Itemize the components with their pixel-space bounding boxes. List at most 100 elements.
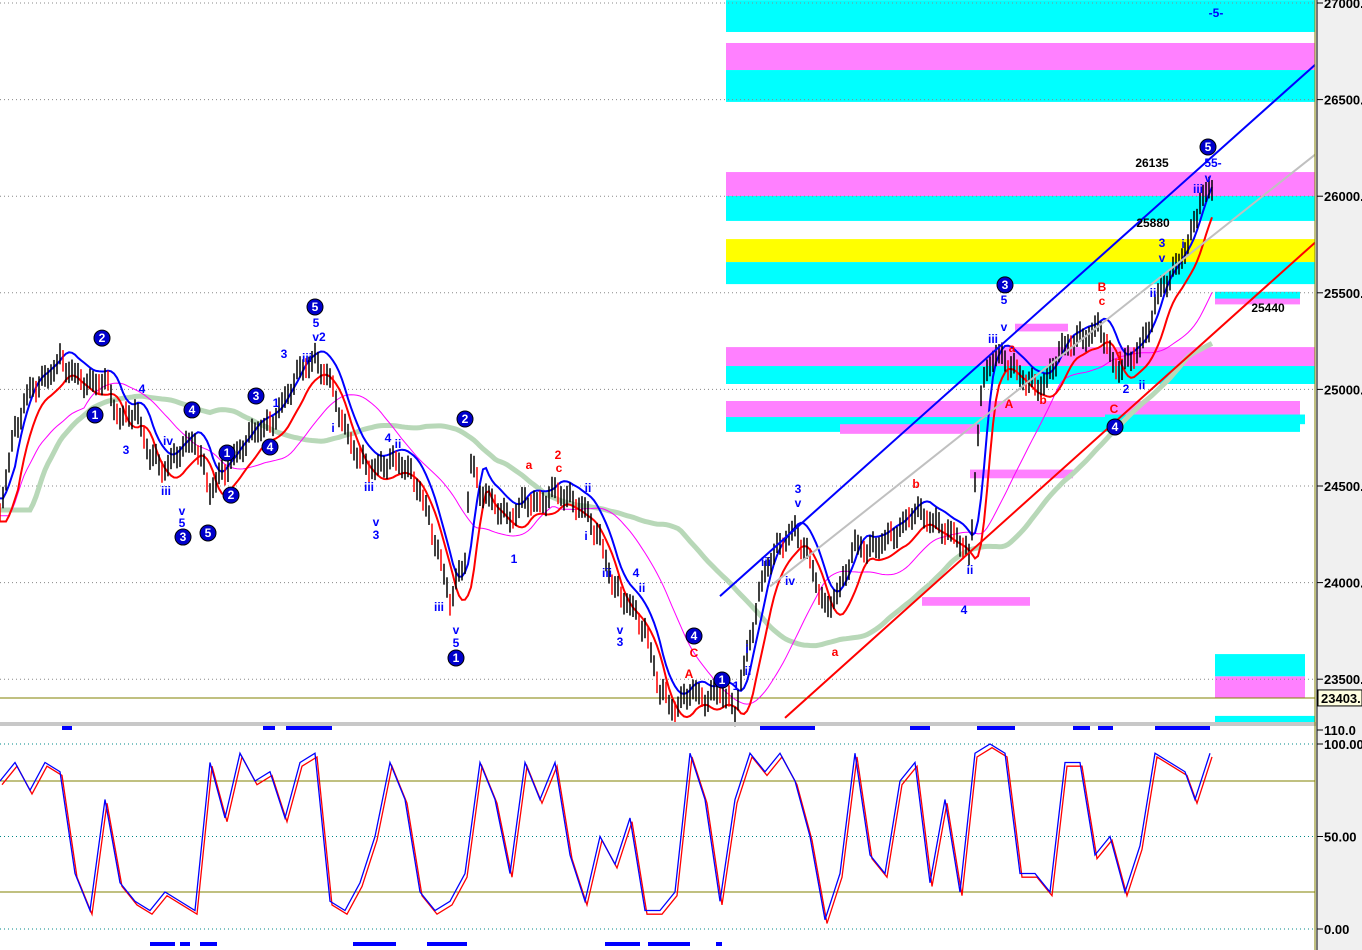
overbought-strip bbox=[286, 726, 332, 730]
wave-label: 25880 bbox=[1136, 216, 1170, 230]
price-tick-label: 23500. bbox=[1324, 672, 1362, 687]
wave-label: 3 bbox=[180, 530, 187, 544]
wave-label: 3 bbox=[123, 443, 130, 457]
zone-magenta bbox=[922, 597, 1030, 606]
oscillator-gridlines bbox=[0, 743, 1315, 930]
wave-label: iii bbox=[364, 480, 374, 494]
wave-label: v bbox=[373, 515, 380, 529]
overbought-strip bbox=[760, 726, 815, 730]
wave-label: 4 bbox=[633, 566, 640, 580]
osc-k-line-blue bbox=[0, 743, 1211, 920]
wave-label: 3 bbox=[1002, 278, 1009, 292]
wave-label: 3 bbox=[253, 389, 260, 403]
wave-label: 3 bbox=[281, 347, 288, 361]
wave-label: 5 bbox=[205, 526, 212, 540]
overbought-strip bbox=[1073, 726, 1090, 730]
wave-label: ii bbox=[395, 437, 402, 451]
wave-label: 4 bbox=[691, 629, 698, 643]
wave-label: 25440 bbox=[1251, 301, 1285, 315]
wave-label: A bbox=[685, 667, 694, 681]
wave-label: 26135 bbox=[1135, 156, 1169, 170]
axis-bg bbox=[1316, 0, 1362, 950]
zone-cyan bbox=[726, 196, 1315, 221]
wave-label: iv bbox=[785, 574, 795, 588]
wave-label: 5 bbox=[312, 300, 319, 314]
wave-label: iii bbox=[761, 555, 771, 569]
wave-label: 55- bbox=[1204, 156, 1221, 170]
oversold-strip bbox=[150, 942, 175, 946]
wave-label: i bbox=[584, 529, 587, 543]
wave-label: 3 bbox=[617, 635, 624, 649]
pane-divider[interactable] bbox=[0, 722, 1362, 726]
wave-label: v bbox=[1205, 171, 1212, 185]
wave-label: b bbox=[912, 477, 919, 491]
osc-signal-line-red bbox=[1, 746, 1213, 924]
wave-label: A bbox=[1005, 397, 1014, 411]
wave-label: i bbox=[1181, 237, 1184, 251]
wave-label: 4 bbox=[1112, 420, 1119, 434]
wave-label: 2 bbox=[462, 412, 469, 426]
wave-label: i bbox=[745, 642, 748, 656]
price-tick-label: 26000. bbox=[1324, 189, 1362, 204]
wave-label: C bbox=[1110, 402, 1119, 416]
wave-label: 2 bbox=[99, 331, 106, 345]
wave-label: 1 bbox=[733, 679, 740, 693]
wave-label: 1 bbox=[511, 552, 518, 566]
osc-tick-label: 50.00 bbox=[1324, 830, 1357, 845]
zone-cyan bbox=[726, 70, 1315, 102]
osc-tick-label: 100.00 bbox=[1324, 737, 1362, 752]
oversold-strip bbox=[353, 942, 396, 946]
wave-label: iii bbox=[302, 351, 312, 365]
wave-label: v bbox=[1159, 251, 1166, 265]
price-tick-label: 24500. bbox=[1324, 479, 1362, 494]
overbought-strip bbox=[263, 726, 275, 730]
wave-label: 3 bbox=[795, 482, 802, 496]
oversold-strip bbox=[648, 942, 690, 946]
zone-magenta bbox=[726, 347, 1315, 367]
wave-label: B bbox=[1098, 280, 1107, 294]
wave-label: iii bbox=[161, 484, 171, 498]
wave-label: 4 bbox=[961, 603, 968, 617]
oversold-strip bbox=[200, 942, 217, 946]
wave-label: 4 bbox=[385, 431, 392, 445]
wave-label: v2 bbox=[312, 330, 326, 344]
overbought-strip bbox=[1098, 726, 1113, 730]
zone-yellow bbox=[726, 239, 1315, 263]
wave-label: 4 bbox=[267, 440, 274, 454]
price-tick-label: 25000. bbox=[1324, 382, 1362, 397]
wave-label: C bbox=[690, 646, 699, 660]
oversold-strip bbox=[180, 942, 190, 946]
wave-label: 3 bbox=[1159, 236, 1166, 250]
oversold-strip bbox=[427, 942, 467, 946]
zone-cyan bbox=[1105, 414, 1305, 425]
wave-label: a bbox=[526, 458, 533, 472]
wave-label: 5 bbox=[179, 516, 186, 530]
overbought-strip bbox=[1155, 726, 1210, 730]
wave-label: v bbox=[1001, 320, 1008, 334]
price-axis[interactable] bbox=[1316, 0, 1362, 950]
wave-label: 5 bbox=[313, 316, 320, 330]
wave-label: ii bbox=[585, 481, 592, 495]
price-tick-label: 27000. bbox=[1324, 0, 1362, 11]
zone-cyan bbox=[1215, 654, 1305, 677]
wave-label: iii bbox=[1193, 182, 1203, 196]
zone-magenta bbox=[726, 42, 1315, 71]
wave-label: -5- bbox=[1209, 6, 1224, 20]
zone-cyan bbox=[726, 262, 1315, 285]
wave-label: ii bbox=[1150, 286, 1157, 300]
wave-label: ii bbox=[1139, 378, 1146, 392]
wave-label: ii bbox=[639, 581, 646, 595]
osc-tick-label: 110.0 bbox=[1324, 723, 1356, 738]
overbought-strip bbox=[62, 726, 72, 730]
oversold-strip bbox=[605, 942, 640, 946]
wave-label: iii bbox=[602, 566, 612, 580]
last-price-label: 23403. bbox=[1321, 691, 1361, 706]
wave-label: 4 bbox=[139, 382, 146, 396]
wave-label: 5 bbox=[453, 636, 460, 650]
wave-label: v bbox=[453, 623, 460, 637]
overbought-strip bbox=[910, 726, 930, 730]
price-tick-label: 25500. bbox=[1324, 286, 1362, 301]
wave-label: 2 bbox=[228, 488, 235, 502]
wave-label: i bbox=[331, 421, 334, 435]
zone-cyan bbox=[726, 0, 1315, 32]
